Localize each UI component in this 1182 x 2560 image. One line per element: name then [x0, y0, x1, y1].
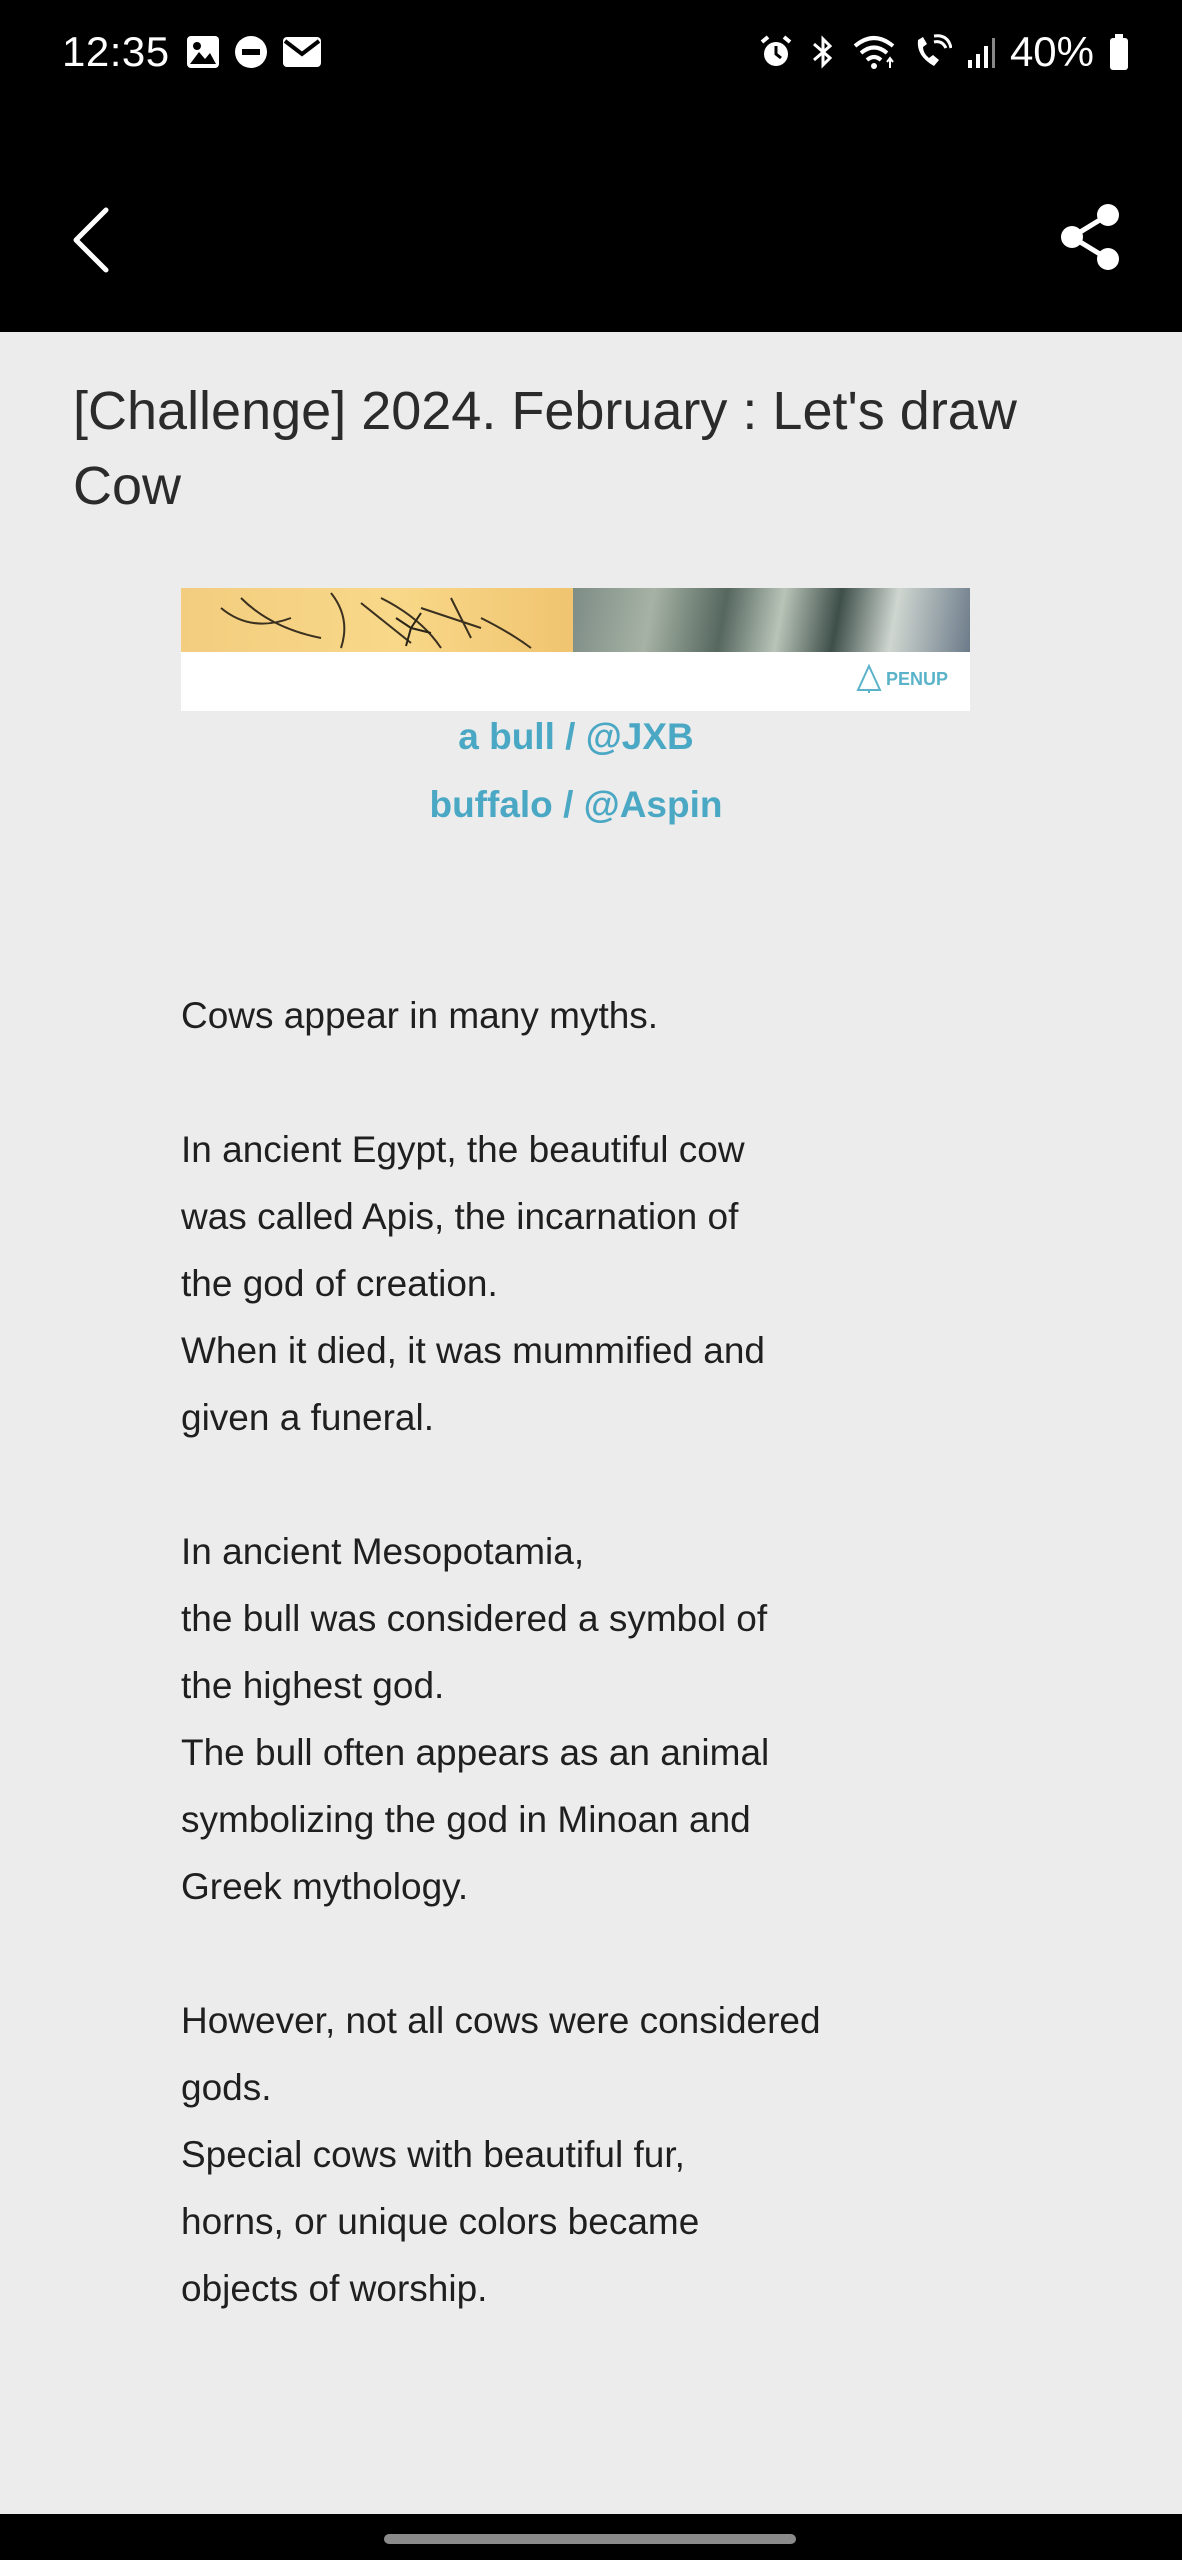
app-bar [0, 110, 1182, 332]
text-line: However, not all cows were considered [181, 2000, 821, 2041]
system-nav-bar [0, 2514, 1182, 2560]
status-bar: 12:35 40% [0, 0, 1182, 110]
mail-icon [283, 37, 321, 67]
paragraph: Cows appear in many myths. [181, 982, 1081, 1049]
text-line: In ancient Mesopotamia, [181, 1531, 585, 1572]
bull-artwork-image [181, 588, 573, 652]
bluetooth-icon [812, 35, 833, 69]
home-indicator[interactable] [384, 2534, 796, 2544]
text-line: When it died, it was mummified and [181, 1330, 766, 1371]
text-line: In ancient Egypt, the beautiful cow [181, 1129, 745, 1170]
text-line: the god of creation. [181, 1263, 498, 1304]
text-line: horns, or unique colors became [181, 2201, 700, 2242]
dnd-icon [235, 36, 267, 68]
text-line: Greek mythology. [181, 1866, 469, 1907]
status-left-icons [185, 34, 323, 70]
battery-icon [1110, 34, 1128, 70]
penup-logo: PENUP [856, 664, 948, 694]
wifi-call-icon [917, 34, 952, 66]
caption-link-buffalo[interactable]: buffalo / @Aspin [0, 784, 1152, 826]
penup-logo-text: PENUP [885, 668, 948, 689]
buffalo-artwork-image [573, 588, 970, 652]
text-line: given a funeral. [181, 1397, 435, 1438]
text-line: the bull was considered a symbol of [181, 1598, 768, 1639]
share-button[interactable] [1058, 202, 1124, 272]
battery-percent: 40% [1009, 28, 1094, 75]
text-line: Special cows with beautiful fur, [181, 2134, 685, 2175]
image-icon [187, 36, 219, 68]
chevron-left-icon [73, 207, 109, 273]
share-icon [1061, 204, 1119, 270]
wifi-icon [853, 36, 895, 69]
status-time: 12:35 [62, 28, 170, 75]
text-line: objects of worship. [181, 2268, 488, 2309]
text-line: the highest god. [181, 1665, 445, 1706]
paragraph: However, not all cows were considered go… [181, 1987, 1081, 2322]
text-line: gods. [181, 2067, 272, 2108]
text-line: symbolizing the god in Minoan and [181, 1799, 751, 1840]
text-line: Cows appear in many myths. [181, 995, 659, 1036]
penup-icon [856, 664, 882, 693]
text-line: The bull often appears as an animal [181, 1732, 770, 1773]
alarm-icon [760, 35, 792, 66]
signal-icon [967, 38, 995, 68]
status-right-icons: 40% [758, 28, 1130, 76]
challenge-banner-image: PENUP [181, 588, 970, 711]
text-line: was called Apis, the incarnation of [181, 1196, 739, 1237]
article-body: Cows appear in many myths. In ancient Eg… [181, 982, 1081, 2389]
paragraph: In ancient Egypt, the beautiful cow was … [181, 1116, 1081, 1451]
back-button[interactable] [60, 200, 120, 280]
paragraph: In ancient Mesopotamia, the bull was con… [181, 1518, 1081, 1920]
page-title: [Challenge] 2024. February : Let's draw … [73, 381, 1017, 516]
caption-link-bull[interactable]: a bull / @JXB [0, 716, 1152, 758]
